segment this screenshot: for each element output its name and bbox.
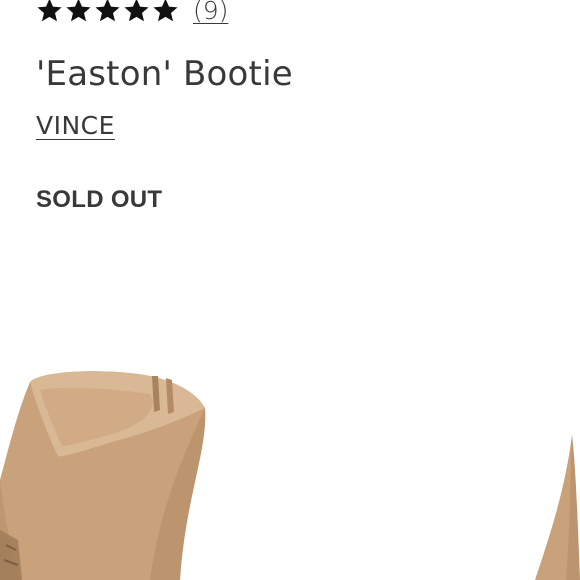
star-icon [37,0,62,21]
star-icon [124,0,149,21]
star-icon [66,0,91,21]
review-count-link[interactable]: (9) [193,0,228,25]
product-page: (9) 'Easton' Bootie VINCE SOLD OUT [0,0,580,580]
stock-status-label: SOLD OUT [36,186,163,213]
star-icon [153,0,178,21]
star-rating [36,0,179,24]
rating-row: (9) [36,0,228,30]
star-icon [95,0,120,21]
product-title: 'Easton' Bootie [36,54,293,94]
product-image[interactable] [0,330,580,580]
ankle-bootie-photo-icon [0,371,580,580]
brand-link[interactable]: VINCE [36,111,115,140]
